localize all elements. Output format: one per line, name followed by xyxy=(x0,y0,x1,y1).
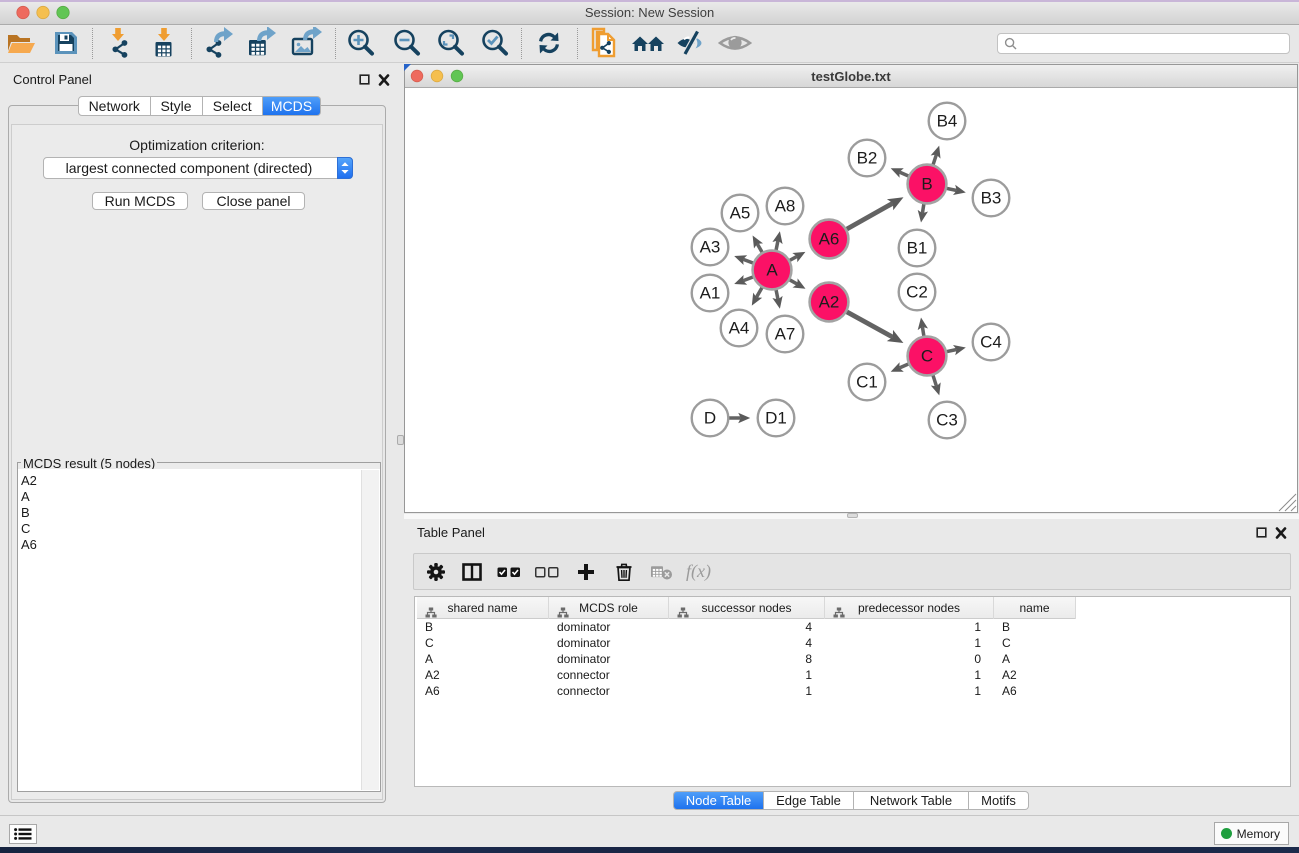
svg-text:A6: A6 xyxy=(819,230,840,249)
svg-text:A8: A8 xyxy=(775,197,796,216)
svg-text:A4: A4 xyxy=(729,319,750,338)
svg-text:C1: C1 xyxy=(856,373,878,392)
svg-text:A7: A7 xyxy=(775,325,796,344)
svg-text:B2: B2 xyxy=(857,149,878,168)
svg-text:C4: C4 xyxy=(980,333,1002,352)
svg-text:C3: C3 xyxy=(936,411,958,430)
svg-text:A1: A1 xyxy=(700,284,721,303)
svg-text:B: B xyxy=(921,175,932,194)
svg-text:B3: B3 xyxy=(981,189,1002,208)
svg-text:D: D xyxy=(704,409,716,428)
svg-text:B4: B4 xyxy=(937,112,958,131)
svg-text:A: A xyxy=(766,261,778,280)
svg-text:C2: C2 xyxy=(906,283,928,302)
svg-text:A2: A2 xyxy=(819,293,840,312)
svg-text:A3: A3 xyxy=(700,238,721,257)
svg-text:C: C xyxy=(921,347,933,366)
svg-text:D1: D1 xyxy=(765,409,787,428)
svg-text:A5: A5 xyxy=(730,204,751,223)
svg-text:B1: B1 xyxy=(907,239,928,258)
